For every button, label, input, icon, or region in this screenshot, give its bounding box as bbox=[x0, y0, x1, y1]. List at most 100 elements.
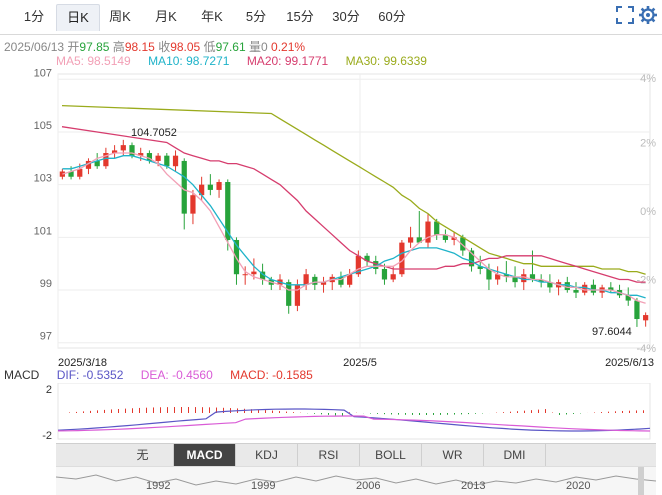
macd-legend: MACD DIF: -0.5352 DEA: -0.4560 MACD: -0.… bbox=[4, 368, 327, 382]
macd-bar bbox=[83, 411, 84, 413]
tab-8[interactable]: 60分 bbox=[370, 4, 414, 30]
nav-year-label: 1992 bbox=[146, 480, 170, 492]
macd-bar bbox=[195, 407, 196, 413]
candle-body bbox=[182, 161, 187, 214]
candle-body bbox=[164, 156, 169, 167]
pct-tick-label: -4% bbox=[636, 343, 656, 355]
candle-body bbox=[521, 274, 526, 282]
pct-tick-label: 2% bbox=[640, 138, 656, 150]
low-label: 低 bbox=[204, 40, 216, 54]
tab-5[interactable]: 5分 bbox=[236, 4, 276, 30]
macd-bar bbox=[545, 409, 546, 413]
macd-bar bbox=[293, 412, 294, 413]
tab-7[interactable]: 30分 bbox=[324, 4, 368, 30]
candle-body bbox=[208, 185, 213, 190]
macd-bar bbox=[643, 410, 644, 413]
macd-bar bbox=[279, 411, 280, 413]
macd-bar bbox=[426, 413, 427, 415]
min-annotation: 97.6044 bbox=[592, 326, 632, 338]
macd-bar bbox=[160, 407, 161, 413]
indicator-tab-无[interactable]: 无 bbox=[112, 444, 174, 466]
macd-title: MACD bbox=[4, 368, 39, 382]
gear-icon[interactable] bbox=[638, 5, 658, 25]
indicator-tab-wr[interactable]: WR bbox=[422, 444, 484, 466]
macd-bar bbox=[440, 413, 441, 415]
indicator-tab-rsi[interactable]: RSI bbox=[298, 444, 360, 466]
volume-label: 量 bbox=[249, 40, 261, 54]
macd-bar bbox=[146, 408, 147, 413]
candle-body bbox=[434, 222, 439, 235]
nav-year-label: 2013 bbox=[461, 480, 485, 492]
macd-bar bbox=[419, 413, 420, 415]
tab-4[interactable]: 年K bbox=[190, 4, 234, 30]
nav-year-label: 2020 bbox=[566, 480, 590, 492]
macd-bar bbox=[181, 407, 182, 413]
info-date: 2025/06/13 bbox=[4, 40, 64, 54]
macd-bar bbox=[475, 413, 476, 414]
macd-chart[interactable]: 2-2 bbox=[0, 383, 662, 441]
macd-bar bbox=[188, 407, 189, 413]
macd-bar bbox=[286, 412, 287, 413]
macd-bar bbox=[139, 408, 140, 413]
candle-body bbox=[382, 269, 387, 280]
ma10-legend: MA10: 98.7271 bbox=[148, 54, 229, 68]
macd-bar bbox=[538, 410, 539, 413]
macd-bar bbox=[167, 407, 168, 413]
macd-bar bbox=[622, 411, 623, 413]
macd-bar bbox=[517, 411, 518, 413]
y-tick-label: 99 bbox=[40, 278, 52, 290]
max-annotation: 104.7052 bbox=[131, 127, 177, 139]
indicator-tab-dmi[interactable]: DMI bbox=[484, 444, 546, 466]
indicator-tab-boll[interactable]: BOLL bbox=[360, 444, 422, 466]
x-label-end: 2025/6/13 bbox=[605, 357, 654, 368]
navigator-handle[interactable] bbox=[638, 467, 644, 495]
low-value: 97.61 bbox=[216, 40, 246, 54]
macd-bar bbox=[510, 412, 511, 413]
macd-bar bbox=[636, 410, 637, 413]
macd-bar bbox=[447, 413, 448, 415]
y-tick-label: 105 bbox=[34, 120, 52, 132]
candle-body bbox=[591, 285, 596, 293]
macd-bar bbox=[601, 412, 602, 413]
fullscreen-icon[interactable] bbox=[616, 6, 634, 24]
ma5-legend: MA5: 98.5149 bbox=[56, 54, 131, 68]
tab-2[interactable]: 周K bbox=[98, 4, 142, 30]
candle-body bbox=[391, 274, 396, 279]
candle-body bbox=[582, 285, 587, 293]
change-value: 0.21% bbox=[271, 40, 305, 54]
tab-6[interactable]: 15分 bbox=[278, 4, 322, 30]
indicator-tab-macd[interactable]: MACD bbox=[174, 444, 236, 466]
tab-0[interactable]: 1分 bbox=[16, 4, 52, 30]
macd-bar bbox=[384, 413, 385, 414]
candle-body bbox=[312, 277, 317, 285]
candle-body bbox=[295, 285, 300, 306]
macd-bar bbox=[615, 411, 616, 413]
plot-frame bbox=[58, 74, 650, 348]
macd-bar bbox=[174, 407, 175, 413]
candle-body bbox=[156, 156, 161, 161]
macd-bar bbox=[111, 409, 112, 413]
timeline-navigator[interactable]: 19921999200620132020 bbox=[56, 466, 656, 495]
kline-chart[interactable]: 1071051031019997 4%2%0%-2%-4% 104.705297… bbox=[0, 68, 662, 368]
tab-3[interactable]: 月K bbox=[144, 4, 188, 30]
candle-body bbox=[173, 156, 178, 167]
macd-bar bbox=[370, 413, 371, 414]
macd-bar bbox=[412, 413, 413, 415]
y-tick-label: 107 bbox=[34, 68, 52, 79]
period-tab-bar: 1分日K周K月K年K5分15分30分60分 bbox=[0, 0, 662, 35]
tab-1[interactable]: 日K bbox=[56, 4, 100, 31]
indicator-tab-kdj[interactable]: KDJ bbox=[236, 444, 298, 466]
macd-bar bbox=[531, 410, 532, 413]
macd-bar bbox=[377, 413, 378, 414]
macd-bar bbox=[118, 409, 119, 413]
macd-bar bbox=[503, 412, 504, 413]
macd-bar bbox=[125, 409, 126, 413]
macd-bar bbox=[608, 412, 609, 413]
macd-bar bbox=[314, 413, 315, 414]
candle-body bbox=[251, 272, 256, 275]
candle-body bbox=[565, 282, 570, 290]
macd-bar bbox=[398, 413, 399, 415]
macd-bar bbox=[265, 410, 266, 413]
macd-bar bbox=[524, 411, 525, 413]
high-label: 高 bbox=[113, 40, 125, 54]
